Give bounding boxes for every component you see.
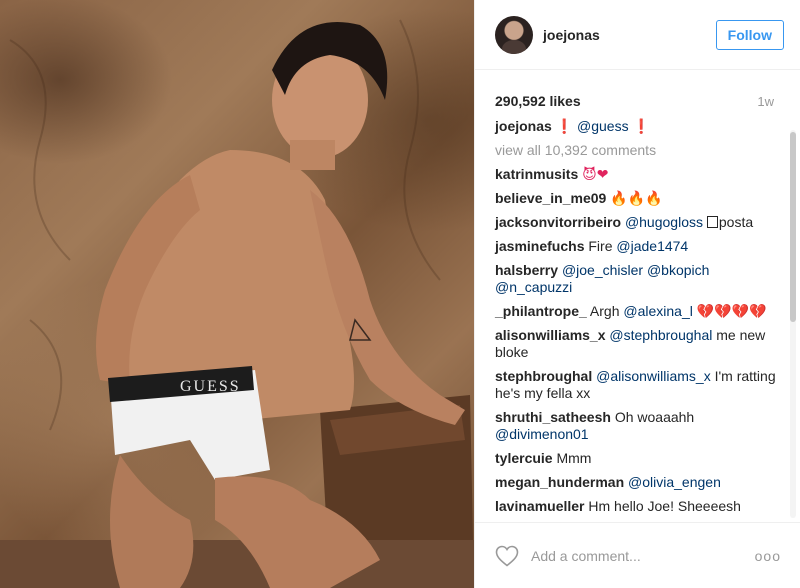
waistband-brand-text: GUESS xyxy=(180,378,241,395)
comment-item: jasminefuchs Fire @jade1474 xyxy=(495,238,777,255)
comment-item: megan_hunderman @olivia_engen xyxy=(495,474,777,491)
comment-item: jacksonvitorribeiro @hugogloss posta xyxy=(495,214,777,231)
post-photo[interactable]: GUESS xyxy=(0,0,474,588)
comment-user[interactable]: halsberry xyxy=(495,262,558,278)
comment-user[interactable]: alisonwilliams_x xyxy=(495,327,606,343)
comment-user[interactable]: _philantrope_ xyxy=(495,303,587,319)
comment-user[interactable]: katrinmusits xyxy=(495,166,578,182)
comment-text: posta xyxy=(718,214,754,230)
comment-text: Argh xyxy=(589,303,620,319)
post-sidebar: joejonas Follow 290,592 likes 1w joejona… xyxy=(474,0,800,588)
comment-user[interactable]: believe_in_me09 xyxy=(495,190,606,206)
comment-text: Oh woaaahh xyxy=(614,409,695,425)
comment-mention[interactable]: @stephbroughal xyxy=(609,327,712,343)
avatar[interactable] xyxy=(495,15,533,54)
photo-illustration: GUESS xyxy=(0,19,474,588)
comment-item: halsberry @joe_chisler @bkopich @n_capuz… xyxy=(495,262,777,296)
scrollbar-thumb[interactable] xyxy=(790,132,796,322)
comment-item: lavinamueller Hm hello Joe! Sheeeesh xyxy=(495,498,777,515)
exclamation-icon: ❗ xyxy=(632,118,650,134)
missing-glyph-icon xyxy=(706,216,718,228)
post-header: joejonas Follow xyxy=(475,0,800,70)
caption: joejonas ❗ @guess ❗ xyxy=(495,118,777,135)
broken-heart-icon: 💔💔💔💔 xyxy=(696,303,767,319)
more-options-icon[interactable]: ooo xyxy=(755,548,781,564)
comment-item: shruthi_satheesh Oh woaaahh @divimenon01 xyxy=(495,409,777,443)
comment-text: Mmm xyxy=(556,450,592,466)
devil-heart-icon: 😈❤ xyxy=(582,166,609,182)
comment-item: believe_in_me09 🔥🔥🔥 xyxy=(495,190,777,207)
comments-list[interactable]: joejonas ❗ @guess ❗ view all 10,392 comm… xyxy=(475,118,789,522)
comment-mention[interactable]: @divimenon01 xyxy=(495,426,589,442)
comment-user[interactable]: shruthi_satheesh xyxy=(495,409,611,425)
comment-mention[interactable]: @alexina_l xyxy=(623,303,692,319)
comment-mention[interactable]: @jade1474 xyxy=(616,238,688,254)
likes-count[interactable]: 290,592 likes xyxy=(495,93,581,109)
fire-icon: 🔥🔥🔥 xyxy=(610,190,663,206)
comment-user[interactable]: jacksonvitorribeiro xyxy=(495,214,621,230)
view-all-comments-link[interactable]: view all 10,392 comments xyxy=(495,142,777,159)
add-comment-bar: ooo xyxy=(475,522,800,588)
comment-item: tylercuie Mmm xyxy=(495,450,777,467)
comment-user[interactable]: megan_hunderman xyxy=(495,474,624,490)
caption-mention[interactable]: @guess xyxy=(577,118,629,134)
comments-scrollbar[interactable] xyxy=(790,130,796,518)
comment-mention[interactable]: @olivia_engen xyxy=(628,474,721,490)
comment-text: Fire xyxy=(588,238,613,254)
account-username[interactable]: joejonas xyxy=(543,27,600,43)
comment-item: stephbroughal @alisonwilliams_x I'm ratt… xyxy=(495,368,777,402)
follow-button[interactable]: Follow xyxy=(715,19,784,50)
comment-item: alisonwilliams_x @stephbroughal me new b… xyxy=(495,327,777,361)
instagram-post: GUESS joejonas Follow 290,592 likes 1w j… xyxy=(0,0,800,588)
comment-item: katrinmusits 😈❤ xyxy=(495,166,777,183)
heart-icon[interactable] xyxy=(495,545,519,567)
comment-user[interactable]: tylercuie xyxy=(495,450,553,466)
add-comment-input[interactable] xyxy=(529,546,733,565)
comment-item: _philantrope_ Argh @alexina_l 💔💔💔💔 xyxy=(495,303,777,320)
exclamation-icon: ❗ xyxy=(555,118,574,134)
comment-mention[interactable]: @alisonwilliams_x xyxy=(596,368,711,384)
comment-user[interactable]: jasminefuchs xyxy=(495,238,584,254)
comment-mention[interactable]: @hugogloss xyxy=(625,214,703,230)
comment-user[interactable]: lavinamueller xyxy=(495,498,585,514)
comment-user[interactable]: stephbroughal xyxy=(495,368,592,384)
caption-user[interactable]: joejonas xyxy=(495,118,552,134)
post-time[interactable]: 1w xyxy=(757,94,774,109)
comment-text: Hm hello Joe! Sheeeesh xyxy=(588,498,741,514)
